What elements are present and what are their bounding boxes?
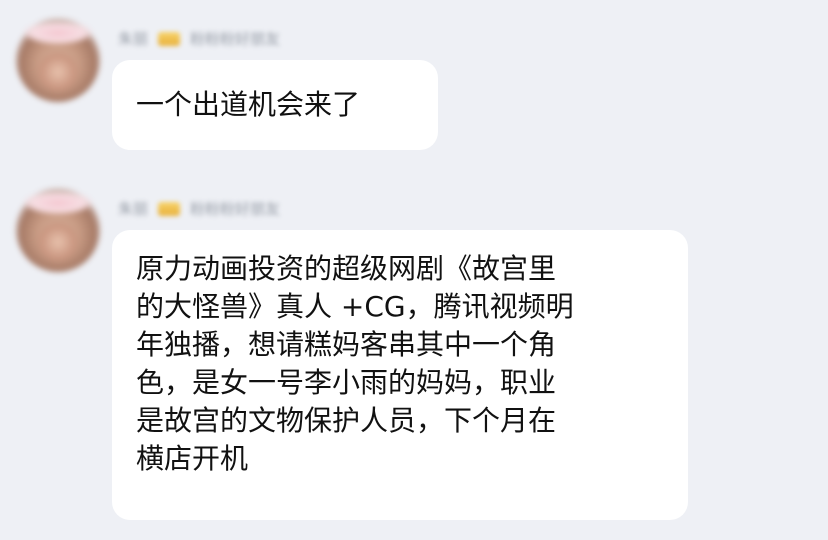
message-bubble[interactable]: 一个出道机会来了 bbox=[112, 60, 438, 150]
sender-meta: 朱丽 粉粉粉好朋友 bbox=[118, 198, 280, 219]
sender-meta: 朱丽 粉粉粉好朋友 bbox=[118, 28, 280, 49]
message-text: 原力动画投资的超级网剧《故宫里 的大怪兽》真人 +CG，腾讯视频明 年独播，想请… bbox=[136, 252, 574, 475]
message-bubble[interactable]: 原力动画投资的超级网剧《故宫里 的大怪兽》真人 +CG，腾讯视频明 年独播，想请… bbox=[112, 230, 688, 520]
sender-name: 朱丽 bbox=[118, 200, 149, 218]
avatar[interactable] bbox=[16, 188, 100, 272]
crown-icon bbox=[158, 31, 181, 46]
message-text: 一个出道机会来了 bbox=[136, 88, 361, 121]
avatar[interactable] bbox=[16, 18, 100, 102]
sender-title: 粉粉粉好朋友 bbox=[190, 30, 281, 48]
crown-icon bbox=[158, 201, 181, 216]
sender-name: 朱丽 bbox=[118, 30, 149, 48]
sender-title: 粉粉粉好朋友 bbox=[190, 200, 281, 218]
